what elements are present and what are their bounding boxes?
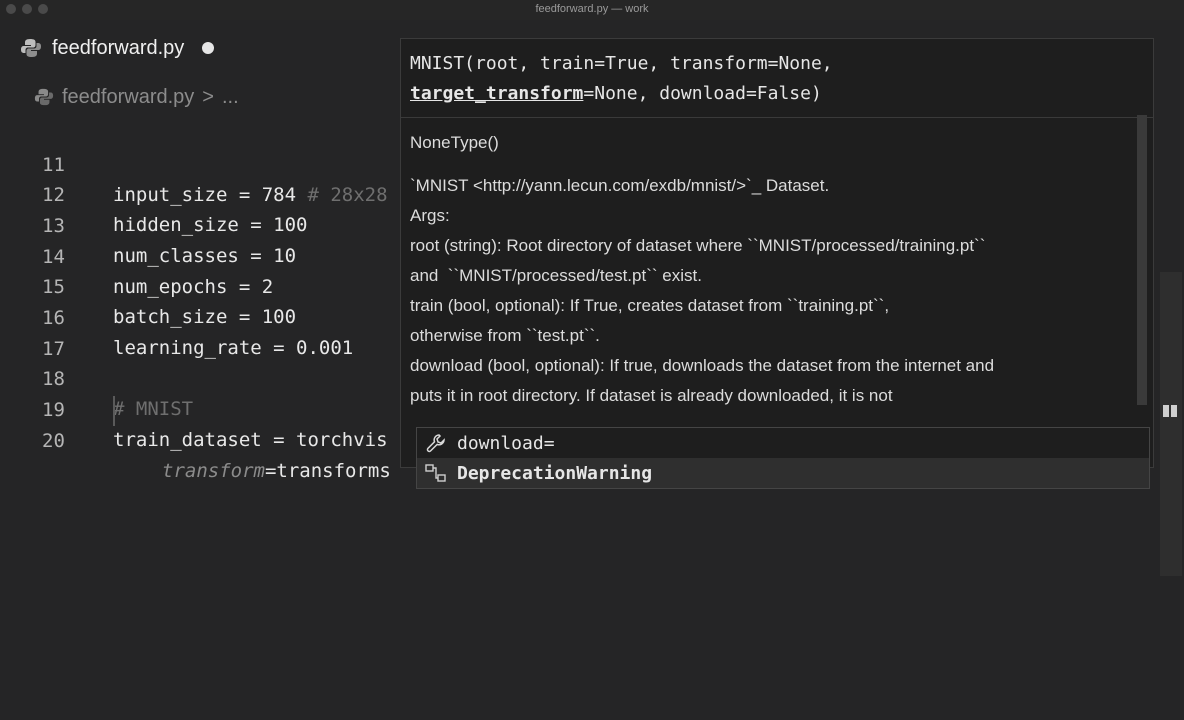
- tab-label: feedforward.py: [52, 36, 185, 59]
- line-number: 17: [42, 338, 65, 360]
- suggestion-label: download=: [457, 432, 555, 454]
- code-text: batch_size = 100: [113, 306, 297, 328]
- editor-tab[interactable]: feedforward.py: [20, 30, 215, 66]
- doc-line: download (bool, optional): If true, down…: [410, 356, 995, 375]
- line-number: 16: [42, 307, 65, 329]
- code-text: input_size = 784: [113, 184, 308, 206]
- function-signature: MNIST(root, train=True, transform=None, …: [401, 39, 1153, 118]
- line-number: 18: [42, 368, 65, 390]
- window-title: feedforward.py — work: [535, 3, 649, 15]
- docstring: NoneType() `MNIST <http://yann.lecun.com…: [401, 118, 1153, 411]
- line-number: 12: [42, 184, 65, 206]
- code-line: 14 num_epochs = 2: [0, 212, 273, 298]
- class-icon: [423, 462, 449, 484]
- editor-scrollbar[interactable]: [1160, 272, 1182, 576]
- code-text: train_dataset = torchvis: [113, 429, 388, 451]
- code-line: 17: [0, 304, 65, 360]
- code-text: hidden_size = 100: [113, 214, 308, 236]
- suggestion-item[interactable]: DeprecationWarning: [417, 458, 1149, 488]
- breadcrumb-file[interactable]: feedforward.py: [62, 86, 194, 109]
- wrench-icon: [423, 432, 449, 454]
- indent-guide: [113, 396, 115, 426]
- code-kwarg: transform: [162, 460, 265, 482]
- split-editor-icon[interactable]: [1163, 404, 1177, 417]
- breadcrumb: feedforward.py > ...: [34, 84, 239, 110]
- line-number: 15: [42, 276, 65, 298]
- doc-line: puts it in root directory. If dataset is…: [410, 386, 893, 405]
- code-text: num_epochs = 2: [113, 276, 274, 298]
- line-number: 19: [42, 399, 65, 421]
- unsaved-dot-icon[interactable]: [202, 42, 215, 54]
- code-line: 13 num_classes = 10: [0, 181, 296, 267]
- suggestion-item[interactable]: download=: [417, 428, 1149, 458]
- active-parameter: target_transform: [410, 83, 584, 104]
- line-number: 13: [42, 215, 65, 237]
- doc-line: otherwise from ``test.pt``.: [410, 326, 600, 345]
- title-bar: feedforward.py — work: [0, 0, 1184, 20]
- hover-documentation-popup: MNIST(root, train=True, transform=None, …: [400, 38, 1154, 468]
- breadcrumb-more[interactable]: ...: [222, 86, 239, 109]
- line-number: 20: [42, 430, 65, 452]
- doc-line: train (bool, optional): If True, creates…: [410, 296, 890, 315]
- code-line: 18 # MNIST: [0, 334, 193, 420]
- code-text: =transforms: [264, 460, 391, 482]
- code-line: 11 input_size = 784 # 28x28: [0, 120, 388, 206]
- code-line: 19 train_dataset = torchvis: [0, 365, 388, 451]
- code-line: 12 hidden_size = 100: [0, 150, 307, 236]
- doc-line: and ``MNIST/processed/test.pt`` exist.: [410, 266, 702, 285]
- code-text: num_classes = 10: [113, 245, 297, 267]
- signature-rest: =None, download=False): [583, 83, 822, 104]
- code-line: 15 batch_size = 100: [0, 242, 296, 328]
- code-text: learning_rate = 0.001: [113, 337, 354, 359]
- code-comment: # 28x28: [307, 184, 388, 206]
- type-text: NoneType(): [410, 133, 499, 152]
- code-line: 16 learning_rate = 0.001: [0, 273, 353, 359]
- line-number: 14: [42, 246, 65, 268]
- signature-line: MNIST(root, train=True, transform=None,: [410, 53, 833, 74]
- code-comment: # MNIST: [113, 398, 194, 420]
- python-icon: [21, 39, 41, 57]
- suggestion-label: DeprecationWarning: [457, 462, 653, 484]
- suggestion-widget: download= DeprecationWarning: [416, 427, 1150, 489]
- doc-line: `MNIST <http://yann.lecun.com/exdb/mnist…: [410, 176, 830, 195]
- breadcrumb-separator: >: [202, 85, 214, 108]
- code-line: 20 transform=transforms: [0, 396, 391, 482]
- doc-line: Args:: [410, 206, 450, 225]
- python-icon: [34, 88, 54, 106]
- hover-scrollbar[interactable]: [1137, 115, 1147, 405]
- doc-line: root (string): Root directory of dataset…: [410, 236, 986, 255]
- line-number: 11: [42, 154, 65, 176]
